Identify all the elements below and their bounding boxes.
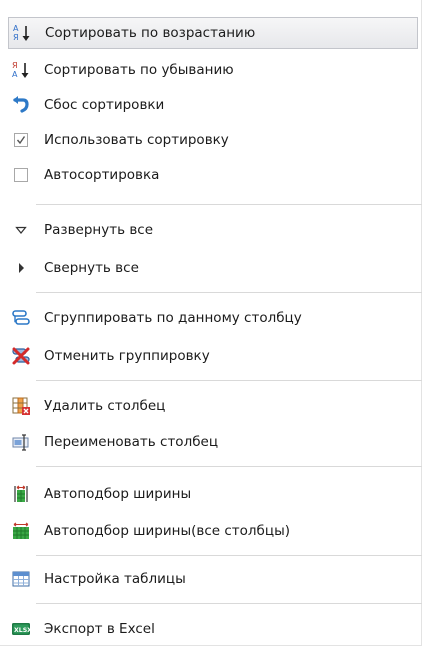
context-menu: A Я Сортировать по возрастанию Я A Сорти… (0, 0, 422, 646)
autofit-column-icon (11, 484, 31, 504)
menu-item-table-settings[interactable]: Настройка таблицы (8, 563, 418, 595)
menu-item-label: Отменить группировку (44, 348, 210, 364)
menu-item-label: Настройка таблицы (44, 571, 186, 587)
menu-item-ungroup[interactable]: Отменить группировку (8, 340, 418, 372)
menu-item-label: Сортировать по убыванию (44, 62, 234, 78)
separator (36, 466, 422, 467)
menu-item-delete-column[interactable]: Удалить столбец (8, 390, 418, 422)
menu-item-label: Переименовать столбец (44, 434, 219, 450)
menu-item-use-sort[interactable]: Использовать сортировку (8, 124, 418, 156)
svg-text:A: A (13, 24, 19, 33)
menu-item-auto-sort[interactable]: Автосортировка (8, 159, 418, 191)
separator (36, 380, 422, 381)
svg-text:XLSX: XLSX (14, 627, 31, 634)
menu-item-label: Автоподбор ширины (44, 486, 192, 502)
menu-item-sort-ascending[interactable]: A Я Сортировать по возрастанию (8, 17, 418, 49)
menu-item-label: Удалить столбец (44, 398, 166, 414)
separator (36, 204, 422, 205)
excel-export-icon: XLSX (11, 619, 31, 639)
menu-item-group-by-column[interactable]: Сгруппировать по данному столбцу (8, 302, 418, 334)
checkbox-checked-icon[interactable] (11, 130, 31, 150)
svg-text:Я: Я (13, 33, 19, 42)
sort-descending-icon: Я A (11, 60, 31, 80)
ungroup-icon (11, 346, 31, 366)
menu-item-sort-descending[interactable]: Я A Сортировать по убыванию (8, 54, 418, 86)
menu-item-reset-sort[interactable]: Сбос сортировки (8, 89, 418, 121)
menu-item-label: Сбос сортировки (44, 97, 165, 113)
menu-item-label: Сгруппировать по данному столбцу (44, 310, 302, 326)
menu-item-autofit-all-columns[interactable]: Автоподбор ширины(все столбцы) (8, 515, 418, 547)
triangle-down-icon (11, 220, 31, 240)
menu-item-label: Использовать сортировку (44, 132, 229, 148)
svg-text:A: A (12, 70, 18, 79)
separator (36, 603, 422, 604)
table-settings-icon (11, 569, 31, 589)
autofit-all-columns-icon (11, 521, 31, 541)
menu-item-label: Автоподбор ширины(все столбцы) (44, 523, 290, 539)
undo-icon (11, 95, 31, 115)
menu-item-label: Сортировать по возрастанию (45, 25, 256, 41)
menu-item-label: Свернуть все (44, 260, 139, 276)
separator (36, 292, 422, 293)
menu-item-expand-all[interactable]: Развернуть все (8, 214, 418, 246)
menu-item-label: Автосортировка (44, 167, 160, 183)
menu-item-rename-column[interactable]: Переименовать столбец (8, 426, 418, 458)
separator (36, 555, 422, 556)
menu-item-export-excel[interactable]: XLSX Экспорт в Excel (8, 613, 418, 645)
triangle-right-icon (11, 258, 31, 278)
delete-column-icon (11, 396, 31, 416)
group-icon (11, 308, 31, 328)
svg-text:Я: Я (12, 61, 18, 70)
rename-column-icon (11, 432, 31, 452)
menu-item-autofit-width[interactable]: Автоподбор ширины (8, 478, 418, 510)
menu-item-label: Экспорт в Excel (44, 621, 155, 637)
sort-ascending-icon: A Я (12, 23, 32, 43)
menu-item-label: Развернуть все (44, 222, 154, 238)
menu-item-collapse-all[interactable]: Свернуть все (8, 252, 418, 284)
checkbox-empty-icon[interactable] (11, 165, 31, 185)
